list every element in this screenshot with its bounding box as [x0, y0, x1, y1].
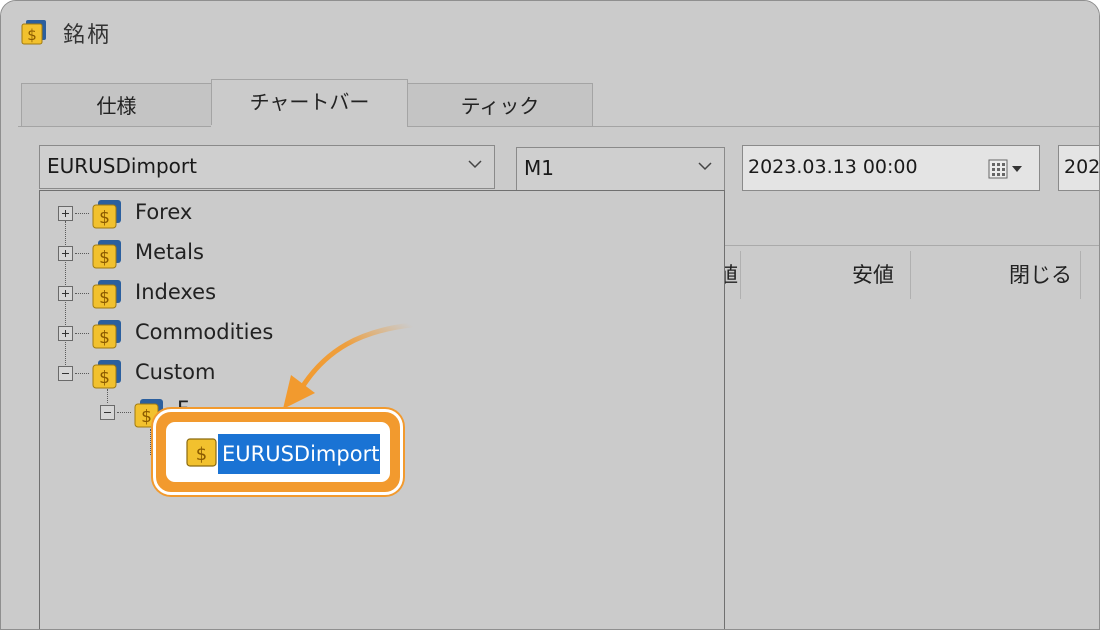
collapse-icon[interactable]: [58, 366, 73, 381]
date-from-value: 2023.03.13 00:00: [748, 156, 918, 178]
expand-icon[interactable]: [58, 326, 73, 341]
tree-item-label: Custom: [135, 360, 216, 384]
calendar-icon[interactable]: [988, 159, 1026, 179]
tree-item-label: Forex: [135, 200, 193, 224]
column-separator[interactable]: [740, 251, 741, 299]
tree-item-metals[interactable]: $ Metals: [57, 235, 717, 271]
tab-gap: [211, 125, 407, 128]
tree-item-indexes[interactable]: $ Indexes: [57, 275, 717, 311]
tab-ticks-label: ティック: [460, 94, 540, 118]
tree-connector: [117, 412, 131, 413]
tab-specification[interactable]: 仕様: [21, 83, 212, 127]
svg-text:$: $: [196, 444, 207, 465]
date-from-field[interactable]: 2023.03.13 00:00: [742, 145, 1040, 191]
tab-ticks[interactable]: ティック: [407, 83, 593, 127]
symbol-folder-icon: $: [92, 280, 121, 309]
tree-connector: [75, 333, 89, 334]
title-bar: $ 銘柄: [1, 1, 1099, 63]
symbol-dollar-icon: $: [21, 20, 46, 45]
chevron-down-icon: [698, 162, 712, 171]
tree-item-label: Metals: [135, 240, 204, 264]
svg-text:$: $: [99, 328, 110, 348]
symbols-window: $ 銘柄 仕様 チャートバー ティック EURUSDimport M1 2023…: [0, 0, 1100, 630]
pointer-arrow-icon: [283, 322, 414, 409]
column-header-close[interactable]: 閉じる: [1009, 259, 1072, 289]
timeframe-select[interactable]: M1: [516, 147, 725, 191]
symbol-folder-icon: $: [92, 240, 121, 269]
svg-text:$: $: [141, 407, 152, 427]
tree-connector: [150, 429, 151, 455]
tree-item-label: Commodities: [135, 320, 274, 344]
tree-item-eurusdimport[interactable]: EURUSDimport: [218, 434, 380, 474]
timeframe-select-value: M1: [524, 156, 554, 180]
svg-text:$: $: [99, 368, 110, 388]
symbol-folder-icon: $: [92, 320, 121, 349]
expand-icon[interactable]: [58, 206, 73, 221]
window-title: 銘柄: [63, 23, 112, 48]
expand-icon[interactable]: [58, 246, 73, 261]
tab-specification-label: 仕様: [96, 94, 137, 118]
date-to-value: 2023: [1064, 156, 1100, 178]
svg-text:$: $: [99, 208, 110, 228]
tree-item-forex[interactable]: $ Forex: [57, 195, 717, 231]
svg-text:$: $: [99, 288, 110, 308]
column-header-low[interactable]: 安値: [852, 259, 894, 289]
tab-divider: [18, 126, 1099, 127]
collapse-icon[interactable]: [100, 405, 115, 420]
column-separator[interactable]: [1080, 251, 1081, 299]
tab-chart-bars[interactable]: チャートバー: [211, 79, 408, 127]
tab-chart-bars-label: チャートバー: [249, 90, 370, 114]
highlight-callout: $ EURUSDimport: [153, 409, 403, 495]
tree-connector: [75, 253, 89, 254]
expand-icon[interactable]: [58, 286, 73, 301]
symbol-dollar-icon: $: [186, 438, 217, 467]
symbol-folder-icon: $: [92, 200, 121, 229]
symbol-select-value: EURUSDimport: [47, 154, 197, 178]
column-separator[interactable]: [910, 251, 911, 299]
symbol-folder-icon: $: [92, 360, 121, 389]
svg-text:$: $: [99, 248, 110, 268]
tree-connector: [75, 213, 89, 214]
dropdown-top-border: [39, 190, 725, 191]
date-to-field[interactable]: 2023: [1058, 145, 1100, 191]
svg-text:$: $: [27, 26, 37, 44]
tree-connector: [75, 373, 89, 374]
symbol-select[interactable]: EURUSDimport: [39, 145, 495, 189]
tree-item-label: Indexes: [135, 280, 217, 304]
tree-connector: [75, 293, 89, 294]
chevron-down-icon: [468, 160, 482, 169]
